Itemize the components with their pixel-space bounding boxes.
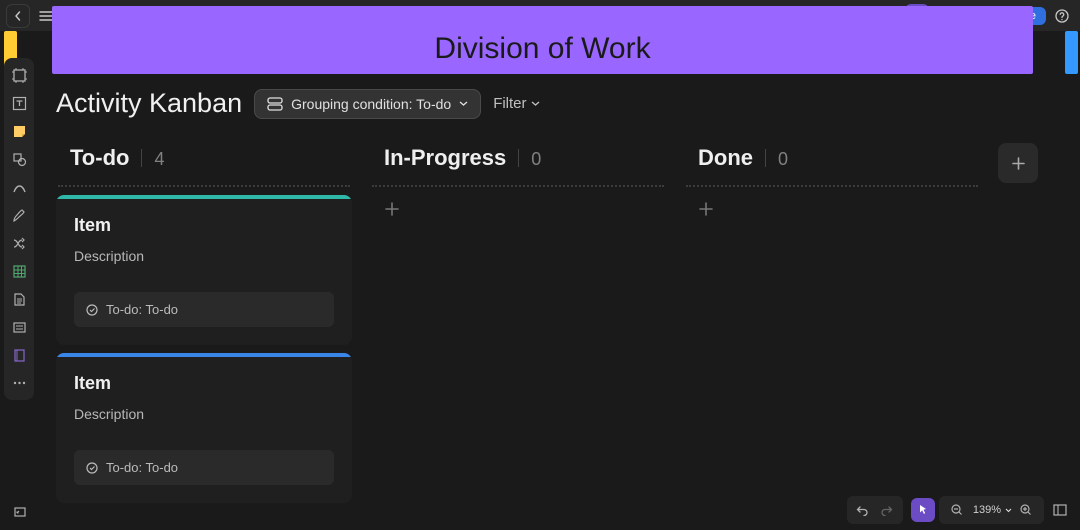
book-tool[interactable]	[8, 344, 30, 366]
frame-tool[interactable]	[8, 64, 30, 86]
help-button[interactable]	[1050, 4, 1074, 28]
kanban-column-done: Done 0	[684, 141, 980, 227]
minimap-button[interactable]	[1048, 498, 1072, 522]
column-divider	[58, 185, 350, 187]
board-title: Activity Kanban	[56, 88, 242, 119]
card-tag: To-do: To-do	[74, 450, 334, 485]
chevron-down-icon	[1005, 508, 1012, 513]
back-button[interactable]	[6, 4, 30, 28]
column-count: 4	[154, 149, 164, 170]
board-header: Activity Kanban Grouping condition: To-d…	[56, 88, 1050, 119]
chevron-down-icon	[459, 101, 468, 107]
plus-icon	[698, 201, 714, 217]
card-tag: To-do: To-do	[74, 292, 334, 327]
kanban-column-todo: To-do 4 Item Description To-do: To-do It…	[56, 141, 352, 503]
check-circle-icon	[86, 462, 98, 474]
left-toolbar	[4, 58, 34, 400]
zoom-in-button[interactable]	[1014, 498, 1038, 522]
add-card-button[interactable]	[370, 191, 666, 227]
card-description: Description	[74, 248, 334, 264]
kanban-card[interactable]: Item Description To-do: To-do	[56, 353, 352, 503]
column-count: 0	[778, 149, 788, 170]
kanban-card[interactable]: Item Description To-do: To-do	[56, 195, 352, 345]
sticky-note-tool[interactable]	[8, 120, 30, 142]
shape-tool[interactable]	[8, 148, 30, 170]
zoom-out-button[interactable]	[945, 498, 969, 522]
connector-tool[interactable]	[8, 176, 30, 198]
undo-redo-group	[847, 496, 903, 524]
zoom-level-label[interactable]: 139%	[971, 504, 1003, 516]
kanban-columns: To-do 4 Item Description To-do: To-do It…	[56, 141, 1050, 503]
bottom-left-controls	[8, 500, 32, 524]
document-tool[interactable]	[8, 288, 30, 310]
add-card-button[interactable]	[684, 191, 980, 227]
card-title: Item	[74, 373, 334, 394]
shuffle-tool[interactable]	[8, 232, 30, 254]
check-circle-icon	[86, 304, 98, 316]
plus-icon	[384, 201, 400, 217]
grouping-icon	[267, 97, 283, 111]
plus-icon	[1011, 156, 1026, 171]
pen-tool[interactable]	[8, 204, 30, 226]
right-color-strip	[1065, 31, 1078, 74]
column-header[interactable]: In-Progress 0	[370, 141, 666, 185]
column-title: To-do	[70, 145, 129, 171]
card-title: Item	[74, 215, 334, 236]
card-description: Description	[74, 406, 334, 422]
bottom-right-controls: 139%	[847, 496, 1072, 524]
list-tool[interactable]	[8, 316, 30, 338]
column-count: 0	[531, 149, 541, 170]
table-tool[interactable]	[8, 260, 30, 282]
column-header[interactable]: To-do 4	[56, 141, 352, 185]
filter-selector[interactable]: Filter	[493, 95, 539, 112]
more-tools[interactable]	[8, 372, 30, 394]
banner-title: Division of Work	[434, 32, 650, 66]
text-tool[interactable]	[8, 92, 30, 114]
grouping-selector[interactable]: Grouping condition: To-do	[254, 89, 481, 119]
undo-button[interactable]	[851, 498, 875, 522]
add-column-button[interactable]	[998, 143, 1038, 183]
card-accent	[56, 353, 352, 357]
column-header[interactable]: Done 0	[684, 141, 980, 185]
column-title: Done	[698, 145, 753, 171]
redo-button[interactable]	[875, 498, 899, 522]
kanban-column-in-progress: In-Progress 0	[370, 141, 666, 227]
column-divider	[686, 185, 978, 187]
minimize-panel-button[interactable]	[8, 500, 32, 524]
chevron-down-icon	[531, 101, 540, 107]
column-title: In-Progress	[384, 145, 506, 171]
zoom-controls: 139%	[939, 496, 1044, 524]
cursor-mode-button[interactable]	[911, 498, 935, 522]
card-accent	[56, 195, 352, 199]
board-content: Activity Kanban Grouping condition: To-d…	[56, 88, 1050, 500]
page-banner: Division of Work	[52, 6, 1033, 74]
column-divider	[372, 185, 664, 187]
